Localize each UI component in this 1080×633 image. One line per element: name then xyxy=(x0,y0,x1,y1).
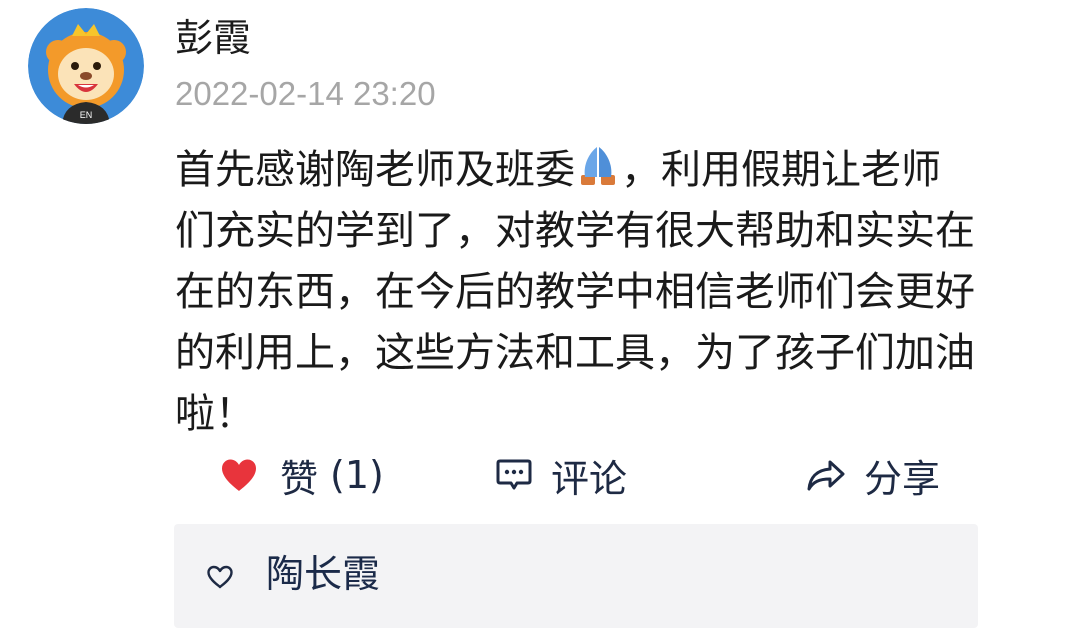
share-button[interactable]: 分享 xyxy=(806,442,940,508)
likes-panel: 陶长霞 xyxy=(174,524,978,628)
comment-button[interactable]: 评论 xyxy=(495,442,627,508)
avatar[interactable]: EN xyxy=(28,8,144,124)
post-line: 们充实的学到了，对教学有很大帮助和实实在 xyxy=(175,208,975,254)
lion-avatar-icon: EN xyxy=(28,8,144,124)
comment-icon xyxy=(495,457,533,493)
post-line: 的利用上，这些方法和工具，为了孩子们加油 xyxy=(175,330,975,376)
heart-icon xyxy=(220,458,258,492)
post-line: 啦！ xyxy=(175,391,255,437)
post-line: 在的东西，在今后的教学中相信老师们会更好 xyxy=(175,269,975,315)
liker-name[interactable]: 陶长霞 xyxy=(266,550,380,598)
avatar-badge-text: EN xyxy=(80,110,93,120)
post-text: ，利用假期让老师 xyxy=(621,147,941,193)
folded-hands-icon xyxy=(581,147,615,185)
share-label: 分享 xyxy=(864,456,941,501)
comment-label: 评论 xyxy=(551,456,628,501)
post-timestamp: 2022-02-14 23:20 xyxy=(175,75,436,112)
like-count: (1) xyxy=(330,453,384,497)
post-author-name[interactable]: 彭霞 xyxy=(175,14,251,62)
heart-outline-icon xyxy=(206,565,234,593)
post-content: 首先感谢陶老师及班委 ，利用假期让老师 们充实的学到了，对教学有很大帮助和实实在… xyxy=(175,140,1055,445)
like-button[interactable]: 赞 (1) xyxy=(220,442,384,508)
post-line: 首先感谢陶老师及班委 ，利用假期让老师 xyxy=(175,140,1055,201)
post-action-bar: 赞 (1) 评论 分享 xyxy=(0,442,1080,508)
share-icon xyxy=(806,457,846,493)
like-label: 赞 xyxy=(280,456,319,501)
post-text: 首先感谢陶老师及班委 xyxy=(175,147,575,193)
